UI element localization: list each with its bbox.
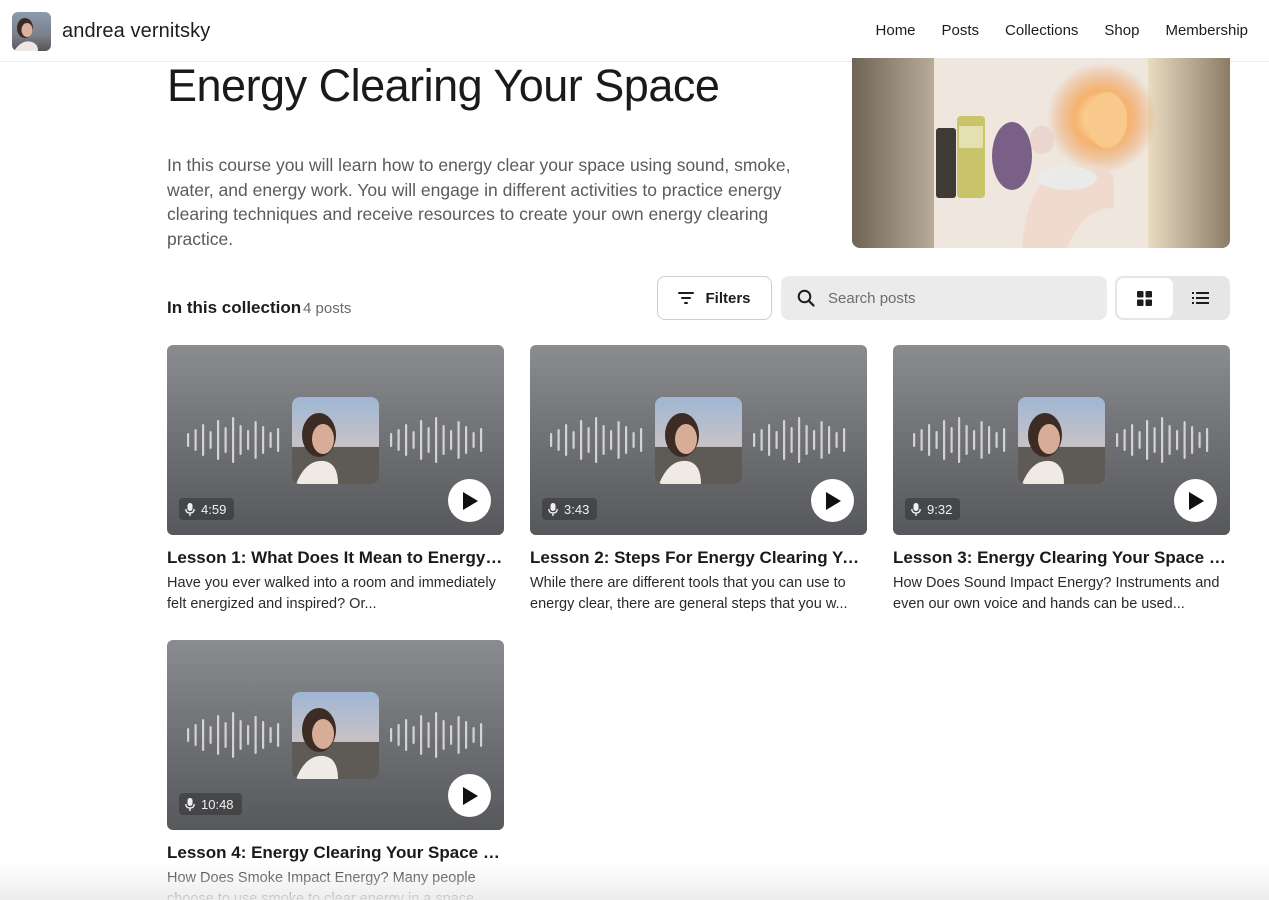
post-excerpt: While there are different tools that you… — [530, 575, 848, 612]
waveform-graphic — [550, 417, 643, 463]
nav-shop[interactable]: Shop — [1104, 22, 1139, 39]
grid-icon — [1137, 290, 1153, 306]
audio-cover-portrait — [1018, 397, 1105, 484]
play-icon — [462, 491, 478, 510]
post-title[interactable]: Lesson 2: Steps For Energy Clearing Your… — [530, 548, 867, 568]
duration-text: 10:48 — [201, 796, 234, 812]
duration-badge: 9:32 — [905, 498, 961, 520]
waveform-graphic — [913, 417, 1006, 463]
nav-posts[interactable]: Posts — [942, 22, 980, 39]
play-icon — [825, 491, 841, 510]
waveform-graphic — [390, 712, 483, 758]
list-view-button[interactable] — [1173, 278, 1229, 318]
waveform-graphic — [390, 417, 483, 463]
post-thumbnail[interactable]: 9:32 — [893, 345, 1230, 535]
duration-badge: 4:59 — [179, 498, 235, 520]
post-title[interactable]: Lesson 1: What Does It Mean to Energy Cl… — [167, 548, 504, 568]
filter-icon — [678, 292, 695, 304]
play-button[interactable] — [448, 479, 491, 522]
microphone-icon — [911, 502, 921, 516]
collection-cover-image — [852, 58, 1230, 248]
filters-button[interactable]: Filters — [657, 276, 772, 320]
play-button[interactable] — [1174, 479, 1217, 522]
view-toggle — [1115, 276, 1230, 320]
post-excerpt: Have you ever walked into a room and imm… — [167, 575, 496, 612]
post-thumbnail[interactable]: 10:48 — [167, 640, 504, 830]
filters-label: Filters — [705, 289, 751, 307]
duration-text: 9:32 — [927, 501, 953, 517]
post-count: 4 posts — [303, 300, 352, 317]
post-excerpt: How Does Sound Impact Energy? Instrument… — [893, 575, 1220, 612]
search-box[interactable] — [781, 276, 1107, 320]
microphone-icon — [185, 797, 195, 811]
play-icon — [462, 786, 478, 805]
play-button[interactable] — [448, 774, 491, 817]
list-icon — [1191, 292, 1209, 304]
post-thumbnail[interactable]: 3:43 — [530, 345, 867, 535]
collection-label: In this collection — [167, 298, 302, 317]
grid-view-button[interactable] — [1117, 278, 1173, 318]
waveform-graphic — [1116, 417, 1209, 463]
nav-home[interactable]: Home — [876, 22, 916, 39]
audio-cover-portrait — [292, 397, 379, 484]
brand[interactable]: andrea vernitsky — [12, 12, 210, 51]
search-icon — [797, 289, 815, 307]
collection-description: In this course you will learn how to ene… — [167, 155, 791, 249]
creator-avatar[interactable] — [12, 12, 51, 51]
post-card[interactable]: 4:59 Lesson 1: What Does It Mean to Ener… — [167, 345, 504, 614]
duration-badge: 3:43 — [542, 498, 598, 520]
site-header: andrea vernitsky Home Posts Collections … — [0, 0, 1269, 62]
waveform-graphic — [753, 417, 846, 463]
post-thumbnail[interactable]: 4:59 — [167, 345, 504, 535]
waveform-graphic — [187, 417, 280, 463]
post-card[interactable]: 9:32 Lesson 3: Energy Clearing Your Spac… — [893, 345, 1230, 614]
audio-cover-portrait — [292, 692, 379, 779]
nav-membership[interactable]: Membership — [1165, 22, 1248, 39]
play-icon — [1188, 491, 1204, 510]
creator-name[interactable]: andrea vernitsky — [62, 20, 210, 43]
play-button[interactable] — [811, 479, 854, 522]
post-title[interactable]: Lesson 3: Energy Clearing Your Space Wit… — [893, 548, 1230, 568]
search-input[interactable] — [828, 289, 1078, 307]
microphone-icon — [548, 502, 558, 516]
duration-text: 4:59 — [201, 501, 227, 517]
post-excerpt: How Does Smoke Impact Energy? Many peopl… — [167, 870, 487, 900]
post-card[interactable]: 3:43 Lesson 2: Steps For Energy Clearing… — [530, 345, 867, 614]
collection-title: Energy Clearing Your Space — [167, 60, 720, 111]
nav-collections[interactable]: Collections — [1005, 22, 1078, 39]
main-nav: Home Posts Collections Shop Membership — [876, 22, 1248, 39]
microphone-icon — [185, 502, 195, 516]
audio-cover-portrait — [655, 397, 742, 484]
waveform-graphic — [187, 712, 280, 758]
duration-badge: 10:48 — [179, 793, 242, 815]
post-title[interactable]: Lesson 4: Energy Clearing Your Space Wit… — [167, 843, 504, 863]
duration-text: 3:43 — [564, 501, 590, 517]
post-card[interactable]: 10:48 Lesson 4: Energy Clearing Your Spa… — [167, 640, 504, 900]
